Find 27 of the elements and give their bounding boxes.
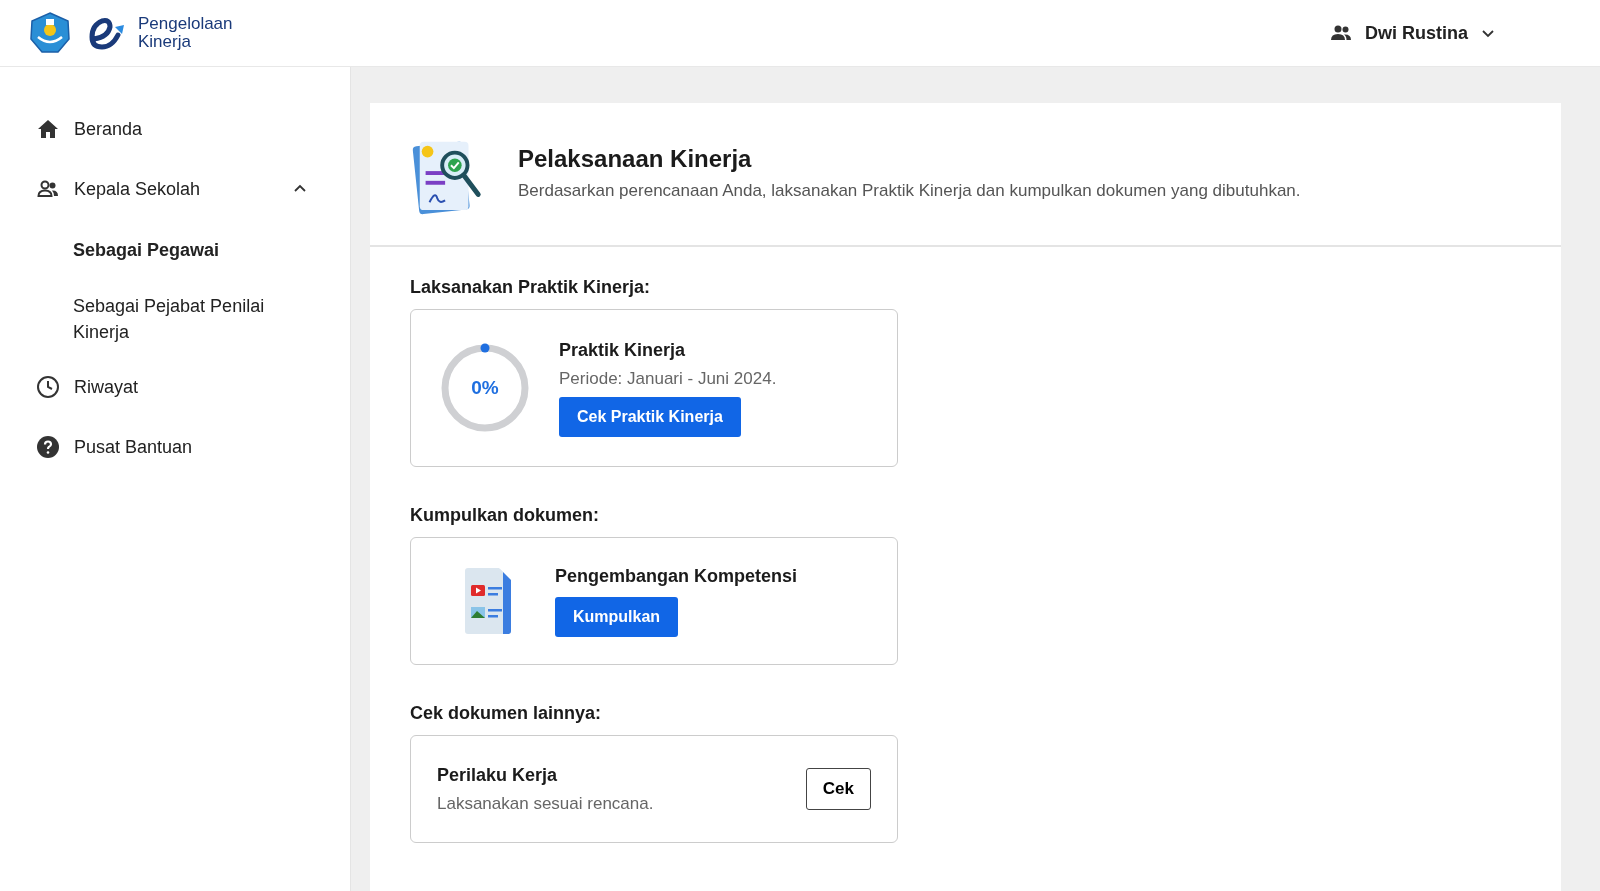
task-title: Praktik Kinerja <box>559 339 686 361</box>
sidebar-item[interactable]: Kepala Sekolah <box>0 159 350 219</box>
sidebar-item[interactable]: Pusat Bantuan <box>0 417 350 477</box>
check-button[interactable]: Cek <box>805 768 871 810</box>
user-menu-button[interactable]: Dwi Rustina <box>1325 17 1500 49</box>
collect-button[interactable]: Kumpulkan <box>555 596 679 637</box>
page-title: Pelaksanaan Kinerja <box>518 145 753 173</box>
app-name: Pengelolaan Kinerja <box>138 15 233 51</box>
task-title: Perilaku Kerja <box>437 764 558 786</box>
page-subtitle: Berdasarkan perencanaan Anda, laksanakan Praktik Kinerja dan kumpulkan dokumen yang dibutuhkan. <box>518 181 1301 201</box>
help-icon <box>36 435 60 459</box>
section-heading: Kumpulkan dokumen: <box>410 505 600 526</box>
sidebar-subitem[interactable]: Sebagai Pegawai <box>0 219 350 275</box>
clock-icon <box>36 375 60 399</box>
section-heading: Cek dokumen lainnya: <box>410 703 603 724</box>
home-icon <box>36 117 60 141</box>
progress-percent: 0% <box>470 377 500 399</box>
section-heading: Laksanakan Praktik Kinerja: <box>410 277 652 298</box>
sidebar-subitem[interactable]: Sebagai Pejabat Penilai Kinerja <box>0 275 350 357</box>
sidebar-item[interactable]: Beranda <box>0 99 350 159</box>
check-practice-button[interactable]: Cek Praktik Kinerja <box>559 396 741 437</box>
task-period: Periode: Januari - Juni 2024. <box>559 368 777 389</box>
emblem-logo-icon <box>28 11 72 55</box>
sidebar-item[interactable]: Riwayat <box>0 357 350 417</box>
task-title: Pengembangan Kompetensi <box>555 565 798 587</box>
task-description: Laksanakan sesuai rencana. <box>437 793 654 814</box>
media-document-icon <box>463 567 513 635</box>
